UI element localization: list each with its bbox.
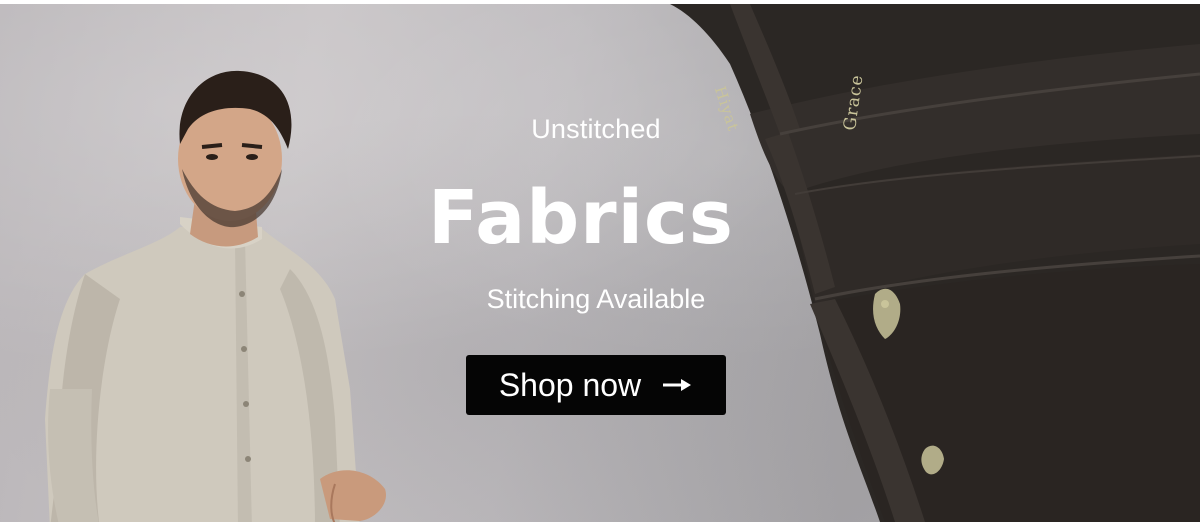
arrow-right-icon	[663, 377, 693, 393]
hero-headline: Fabrics	[428, 175, 734, 261]
hero-copy: Unstitched Fabrics Stitching Available S…	[400, 4, 800, 522]
hero-subline: Stitching Available	[486, 284, 706, 314]
hero-banner[interactable]: Hiyat Grace Unstitched Fabrics Stitching…	[0, 4, 1200, 522]
shop-now-label: Shop now	[498, 366, 642, 403]
hero-eyebrow: Unstitched	[531, 114, 661, 144]
model-image	[45, 70, 386, 522]
shop-now-button[interactable]: Shop now	[466, 355, 726, 415]
